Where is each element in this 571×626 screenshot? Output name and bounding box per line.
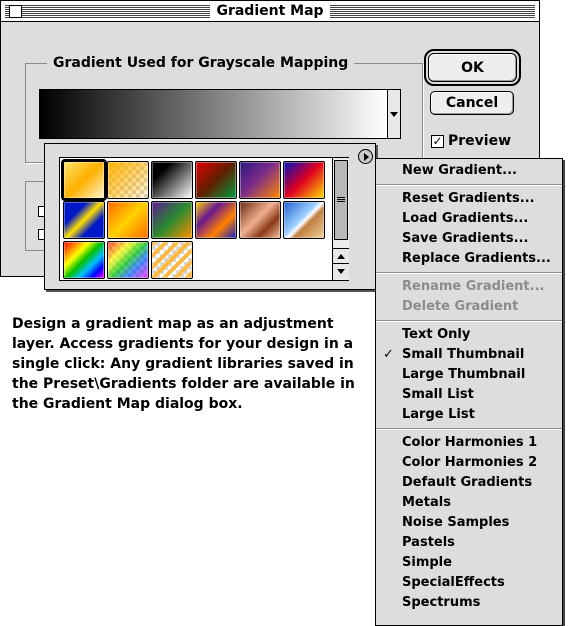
gradient-swatch-foreground-to-transparent[interactable] bbox=[107, 161, 149, 199]
gradient-swatch-orange-yellow-orange[interactable] bbox=[107, 201, 149, 239]
menu-item-label: SpecialEffects bbox=[402, 575, 505, 590]
menu-item[interactable]: Load Gradients... bbox=[376, 209, 562, 229]
menu-item[interactable]: Save Gradients... bbox=[376, 229, 562, 249]
gradient-swatch-violet-orange[interactable] bbox=[239, 161, 281, 199]
menu-item[interactable]: Replace Gradients... bbox=[376, 249, 562, 269]
menu-separator bbox=[376, 428, 562, 430]
scroll-down-button[interactable] bbox=[333, 263, 349, 278]
menu-item[interactable]: Color Harmonies 2 bbox=[376, 453, 562, 473]
menu-item-label: Pastels bbox=[402, 535, 455, 550]
gradient-swatch-blue-red-yellow[interactable] bbox=[283, 161, 325, 199]
menu-item-label: Load Gradients... bbox=[402, 211, 529, 226]
preview-checkbox[interactable]: ✓ bbox=[431, 134, 444, 148]
menu-item-label: Large List bbox=[402, 407, 475, 422]
gradient-group-label: Gradient Used for Grayscale Mapping bbox=[47, 54, 355, 72]
gradient-preset-picker bbox=[44, 143, 376, 290]
gradient-swatch-violet-green-orange[interactable] bbox=[151, 201, 193, 239]
gradient-swatch-copper[interactable] bbox=[239, 201, 281, 239]
menu-item-label: Color Harmonies 1 bbox=[402, 435, 538, 450]
menu-item[interactable]: SpecialEffects bbox=[376, 573, 562, 593]
arrow-up-icon bbox=[337, 253, 345, 259]
gradient-swatch-transparent-stripes[interactable] bbox=[151, 241, 193, 279]
gradient-swatch-chrome[interactable] bbox=[283, 201, 325, 239]
menu-item: Delete Gradient bbox=[376, 297, 562, 317]
gradient-swatch-transparent-rainbow[interactable] bbox=[107, 241, 149, 279]
menu-arrow-icon bbox=[364, 152, 369, 161]
menu-item[interactable]: Text Only bbox=[376, 325, 562, 345]
menu-item-label: Noise Samples bbox=[402, 515, 510, 530]
menu-item-label: Reset Gradients... bbox=[402, 191, 535, 206]
gradient-swatch-red-green[interactable] bbox=[195, 161, 237, 199]
menu-item[interactable]: Noise Samples bbox=[376, 513, 562, 533]
picker-flyout-menu: New Gradient... Reset Gradients... Load Gr… bbox=[375, 158, 563, 626]
menu-item[interactable]: Spectrums bbox=[376, 593, 562, 613]
picker-scrollbar[interactable] bbox=[332, 158, 349, 280]
cancel-button[interactable]: Cancel bbox=[430, 91, 514, 115]
menu-item[interactable]: Reset Gradients... bbox=[376, 189, 562, 209]
caption-text: Design a gradient map as an adjustment l… bbox=[12, 316, 355, 412]
checkmark-icon: ✓ bbox=[383, 347, 394, 362]
menu-item[interactable]: Color Harmonies 1 bbox=[376, 433, 562, 453]
menu-item[interactable]: Simple bbox=[376, 553, 562, 573]
gradient-dropdown-button[interactable] bbox=[387, 89, 401, 139]
menu-item-label: Simple bbox=[402, 555, 452, 570]
ok-button[interactable]: OK bbox=[424, 49, 521, 86]
menu-item-label: Color Harmonies 2 bbox=[402, 455, 538, 470]
menu-item[interactable]: Small List bbox=[376, 385, 562, 405]
scroll-up-button[interactable] bbox=[333, 248, 349, 263]
gradient-swatch-blue-yellow-blue[interactable] bbox=[63, 201, 105, 239]
menu-item-label: Small List bbox=[402, 387, 474, 402]
menu-item-label: Spectrums bbox=[402, 595, 481, 610]
arrow-down-icon bbox=[337, 268, 345, 274]
menu-item[interactable]: Metals bbox=[376, 493, 562, 513]
preview-checkbox-row[interactable]: ✓ Preview bbox=[431, 133, 511, 149]
dialog-title: Gradient Map bbox=[210, 3, 330, 19]
menu-item[interactable]: Default Gradients bbox=[376, 473, 562, 493]
gradient-preview-bar[interactable] bbox=[39, 89, 388, 139]
menu-separator bbox=[376, 272, 562, 274]
menu-item: Rename Gradient... bbox=[376, 277, 562, 297]
preview-label: Preview bbox=[448, 133, 512, 149]
menu-item[interactable]: New Gradient... bbox=[376, 161, 562, 181]
gradient-swatch-black-white[interactable] bbox=[151, 161, 193, 199]
menu-item-label: Text Only bbox=[402, 327, 471, 342]
picker-menu-button[interactable] bbox=[358, 149, 373, 164]
menu-item[interactable]: Pastels bbox=[376, 533, 562, 553]
menu-item-label: Replace Gradients... bbox=[402, 251, 551, 266]
triangle-down-icon bbox=[390, 111, 398, 117]
menu-item-label: Delete Gradient bbox=[402, 299, 519, 314]
menu-item-label: Save Gradients... bbox=[402, 231, 529, 246]
menu-item-label: Large Thumbnail bbox=[402, 367, 526, 382]
gradient-swatch-spectrum[interactable] bbox=[63, 241, 105, 279]
menu-item-label: Small Thumbnail bbox=[402, 347, 525, 362]
menu-item-label: Metals bbox=[402, 495, 451, 510]
menu-item[interactable]: Large Thumbnail bbox=[376, 365, 562, 385]
menu-separator bbox=[376, 320, 562, 322]
gradient-swatch-foreground-to-background[interactable] bbox=[61, 159, 107, 201]
menu-separator bbox=[376, 184, 562, 186]
menu-item-label: Rename Gradient... bbox=[402, 279, 545, 294]
scroll-thumb[interactable] bbox=[334, 160, 348, 240]
menu-item-label: New Gradient... bbox=[402, 163, 517, 178]
gradient-swatch-yellow-violet-orange-blue[interactable] bbox=[195, 201, 237, 239]
title-bar[interactable]: Gradient Map bbox=[1, 1, 539, 22]
grip-icon bbox=[337, 197, 345, 203]
swatch-grid bbox=[61, 159, 329, 279]
menu-item-label: Default Gradients bbox=[402, 475, 533, 490]
menu-item[interactable]: Large List bbox=[376, 405, 562, 425]
swatch-grid-frame bbox=[59, 157, 349, 281]
menu-item[interactable]: ✓ Small Thumbnail bbox=[376, 345, 562, 365]
